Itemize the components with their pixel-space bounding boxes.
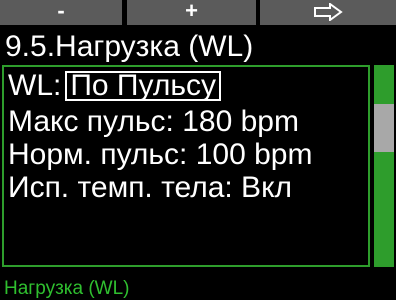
workload-mode-label: WL: <box>8 69 62 102</box>
arrow-right-outline-icon <box>314 3 343 21</box>
max-heart-rate-row[interactable]: Макс пульс: 180 bpm <box>8 106 299 138</box>
workload-mode-row[interactable]: WL: По Пульсу <box>8 70 221 102</box>
page-title: 9.5.Нагрузка (WL) <box>5 30 254 63</box>
scrollbar[interactable] <box>374 65 394 267</box>
body-temp-row[interactable]: Исп. темп. тела: Вкл <box>8 172 292 204</box>
scrollbar-thumb[interactable] <box>374 104 394 152</box>
softkey-bar: - + <box>0 0 396 26</box>
settings-panel: WL: По Пульсу Макс пульс: 180 bpm Норм. п… <box>2 65 370 267</box>
plus-softkey[interactable]: + <box>127 0 256 25</box>
minus-softkey[interactable]: - <box>0 0 122 25</box>
next-softkey[interactable] <box>260 0 396 25</box>
status-label: Нагрузка (WL) <box>4 278 130 299</box>
rest-heart-rate-row[interactable]: Норм. пульс: 100 bpm <box>8 139 312 171</box>
workload-mode-value[interactable]: По Пульсу <box>65 71 221 101</box>
